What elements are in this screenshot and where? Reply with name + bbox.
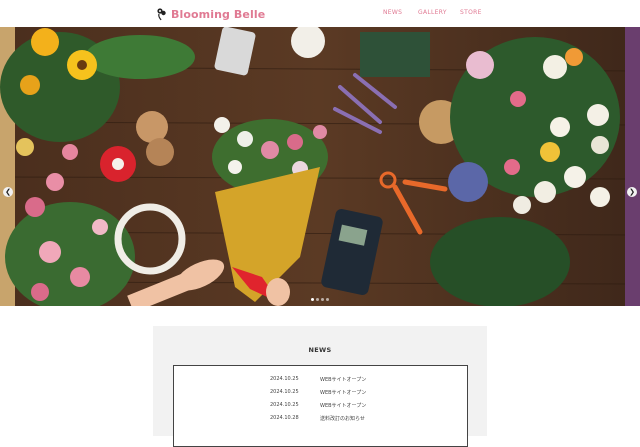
- news-text: 送料改訂のお知らせ: [320, 416, 365, 422]
- news-date: 2024.10.25: [270, 402, 299, 408]
- slider-next-button[interactable]: ❯: [627, 187, 637, 197]
- news-date: 2024.10.25: [270, 376, 299, 382]
- news-section: NEWS 2024.10.25 WEBサイトオープン 2024.10.25 WE…: [153, 326, 487, 447]
- news-text: WEBサイトオープン: [320, 377, 367, 383]
- site-header: Blooming Belle NEWS GALLERY STORE: [0, 0, 640, 27]
- news-item[interactable]: 2024.10.25 WEBサイトオープン: [174, 402, 467, 412]
- news-list: 2024.10.25 WEBサイトオープン 2024.10.25 WEBサイトオ…: [173, 365, 468, 447]
- hero-image: [0, 27, 640, 306]
- news-item[interactable]: 2024.10.25 WEBサイトオープン: [174, 389, 467, 399]
- news-item[interactable]: 2024.10.25 WEBサイトオープン: [174, 376, 467, 386]
- news-heading: NEWS: [308, 346, 332, 354]
- chevron-right-icon: ❯: [629, 188, 635, 196]
- slider-dot[interactable]: [316, 298, 319, 301]
- flower-logo-icon: [157, 7, 166, 20]
- news-date: 2024.10.28: [270, 415, 299, 421]
- chevron-left-icon: ❮: [5, 188, 11, 196]
- slider-dot[interactable]: [321, 298, 324, 301]
- hero-slider[interactable]: ❮ ❯: [0, 27, 640, 306]
- nav-link-gallery[interactable]: GALLERY: [418, 9, 447, 16]
- nav-link-news[interactable]: NEWS: [383, 9, 402, 16]
- news-text: WEBサイトオープン: [320, 390, 367, 396]
- slider-dot[interactable]: [326, 298, 329, 301]
- slider-dot[interactable]: [311, 298, 314, 301]
- nav-link-store[interactable]: STORE: [460, 9, 482, 16]
- news-text: WEBサイトオープン: [320, 403, 367, 409]
- slider-pagination: [311, 298, 329, 301]
- brand-logo[interactable]: Blooming Belle: [156, 6, 265, 22]
- slider-prev-button[interactable]: ❮: [3, 187, 13, 197]
- news-date: 2024.10.25: [270, 389, 299, 395]
- brand-name: Blooming Belle: [171, 7, 266, 21]
